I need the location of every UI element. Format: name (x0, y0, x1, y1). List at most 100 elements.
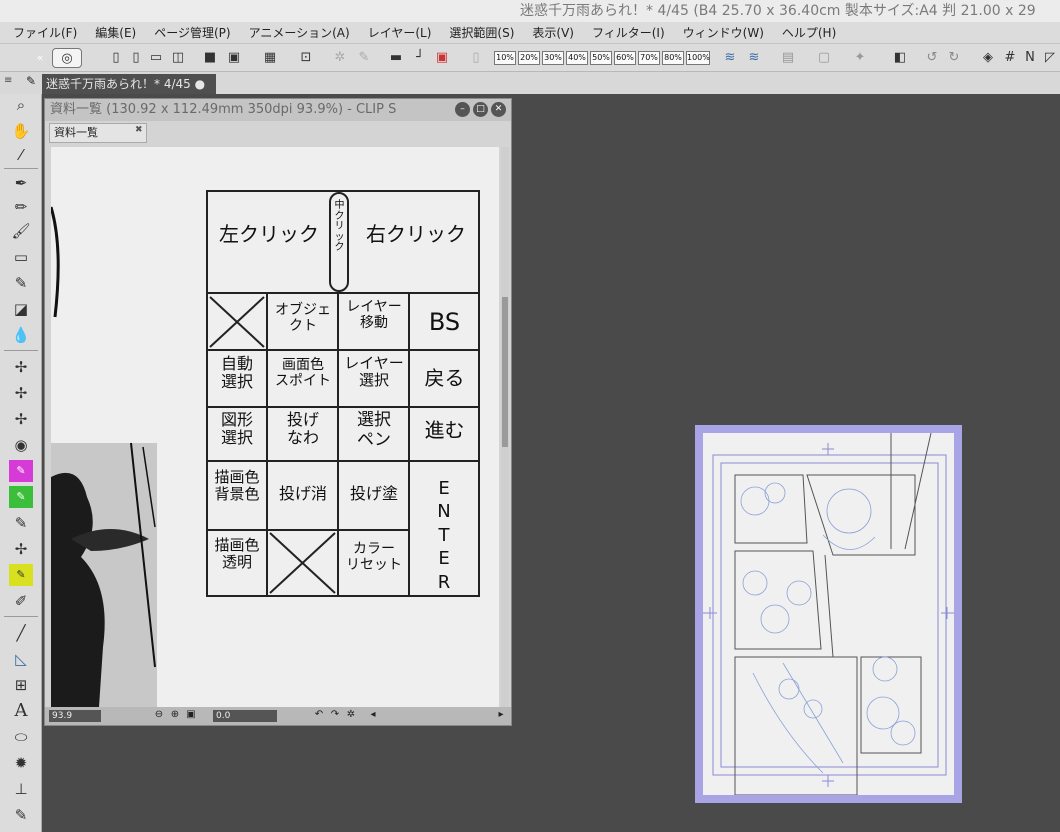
zoom-preset-70[interactable]: 70% (638, 51, 660, 65)
zoom-preset-80[interactable]: 80% (662, 51, 684, 65)
line-tool-icon[interactable]: ╱ (9, 622, 33, 644)
book-icon[interactable]: ◫ (168, 48, 188, 68)
scroll-left-icon[interactable]: ◂ (367, 709, 379, 721)
zoom-value[interactable]: 93.9 (49, 710, 101, 722)
menu-file[interactable]: ファイル(F) (0, 22, 86, 43)
sheet-cell-draw-transparent: 描画色 透明 (214, 536, 260, 572)
text-tool-icon[interactable]: A (9, 700, 33, 722)
page-icon[interactable]: ▯ (466, 48, 486, 68)
clip-studio-icon[interactable]: ◎ (52, 48, 82, 68)
brush-tool-icon[interactable]: 🖌 (9, 220, 33, 242)
drops-tool-icon[interactable]: 💧 (9, 324, 33, 346)
grayscale-icon[interactable]: ◧ (890, 48, 910, 68)
sparkle-icon[interactable]: ✲ (330, 48, 350, 68)
camera-icon[interactable]: ▣ (432, 48, 452, 68)
reset-rotation-icon[interactable]: ✲ (345, 709, 357, 721)
redo-icon[interactable]: ↻ (944, 48, 964, 68)
zoom-preset-100[interactable]: 100% (686, 51, 710, 65)
reference-canvas[interactable]: 左クリック 中クリック 右クリック オブジェ クト レイヤー 移動 BS 自動 … (51, 147, 499, 707)
custom-yellow-tool-icon[interactable]: ✎ (9, 564, 33, 586)
tab-close-icon[interactable]: ✖ (135, 125, 143, 135)
shape-icon[interactable]: ◸ (1040, 48, 1060, 68)
close-icon[interactable]: ✕ (491, 102, 506, 117)
custom-green-tool-icon[interactable]: ✎ (9, 486, 33, 508)
navigator-preview[interactable] (695, 425, 962, 803)
menu-edit[interactable]: 編集(E) (86, 22, 145, 43)
undo-icon[interactable]: ↺ (922, 48, 942, 68)
eye-tool-icon[interactable]: ◉ (9, 434, 33, 456)
menu-window[interactable]: ウィンドウ(W) (674, 22, 773, 43)
zoom-in-icon[interactable]: ⊕ (169, 709, 181, 721)
sheet-cell-lasso-fill: 投げ塗 (349, 484, 398, 503)
minimize-icon[interactable]: – (455, 102, 470, 117)
film-icon[interactable]: ▦ (260, 48, 280, 68)
image-icon[interactable]: ▤ (778, 48, 798, 68)
pencil-tool-icon[interactable]: ✏ (9, 196, 33, 218)
menu-help[interactable]: ヘルプ(H) (773, 22, 845, 43)
eyedropper-tool-icon[interactable]: ⁄ (9, 144, 33, 166)
panel-tab[interactable]: 資料一覧 (49, 123, 147, 143)
rotation-value[interactable]: 0.0 (213, 710, 277, 722)
menu-page[interactable]: ページ管理(P) (145, 22, 239, 43)
document-tab[interactable]: 迷惑千万雨あられ！* 4/45 ● (42, 74, 216, 94)
menu-grip-icon[interactable]: ≡ (4, 75, 12, 86)
pen-tool-icon[interactable]: ✒ (9, 172, 33, 194)
object-tool-icon[interactable]: ✎ (9, 804, 33, 826)
sheet-cell-enter: ENTER (437, 478, 451, 593)
layers-alt-icon[interactable]: ≋ (744, 48, 764, 68)
burst-tool-icon[interactable]: ✹ (9, 752, 33, 774)
ink-pen-tool-icon[interactable]: ✐ (9, 590, 33, 612)
layer-stack-icon[interactable]: ◈ (978, 48, 998, 68)
ruler-icon[interactable]: ▬ (386, 48, 406, 68)
menu-view[interactable]: 表示(V) (523, 22, 583, 43)
menu-selection[interactable]: 選択範囲(S) (440, 22, 523, 43)
panel-scrollbar[interactable] (501, 147, 509, 707)
zoom-out-icon[interactable]: ⊖ (153, 709, 165, 721)
zoom-preset-20[interactable]: 20% (518, 51, 540, 65)
frame-icon[interactable]: ▢ (814, 48, 834, 68)
brush-icon[interactable]: ✎ (354, 48, 374, 68)
rotate-right-icon[interactable]: ↷ (329, 709, 341, 721)
save-icon[interactable]: ■ (200, 48, 220, 68)
grid-icon[interactable]: # (1000, 48, 1020, 68)
custom-purple-tool-icon[interactable]: ✎ (9, 460, 33, 482)
zoom-preset-40[interactable]: 40% (566, 51, 588, 65)
eraser-tool-icon[interactable]: ▭ (9, 246, 33, 268)
layers-icon[interactable]: ≋ (720, 48, 740, 68)
menu-animation[interactable]: アニメーション(A) (240, 22, 359, 43)
sparkle-tool-4-icon[interactable]: ✢ (9, 538, 33, 560)
collapse-arrows-icon[interactable]: « (30, 48, 50, 68)
sparkle-tool-2-icon[interactable]: ✢ (9, 382, 33, 404)
correction-tool-icon[interactable]: ⊥ (9, 778, 33, 800)
zoom-preset-30[interactable]: 30% (542, 51, 564, 65)
corner-icon[interactable]: ┘ (410, 48, 430, 68)
blend-tool-icon[interactable]: ✎ (9, 272, 33, 294)
sheet-cell-shape-select: 図形 選択 (220, 410, 253, 448)
frame-tool-icon[interactable]: ⊞ (9, 674, 33, 696)
ruler-tool-icon[interactable]: ◺ (9, 648, 33, 670)
magic-wand-icon[interactable]: ✦ (850, 48, 870, 68)
rotate-left-icon[interactable]: ↶ (313, 709, 325, 721)
export-icon[interactable]: ▣ (224, 48, 244, 68)
curve-ruler-icon[interactable]: N (1020, 48, 1040, 68)
scatter-brush-tool-icon[interactable]: ✎ (9, 512, 33, 534)
zoom-preset-50[interactable]: 50% (590, 51, 612, 65)
zoom-tool-icon[interactable]: ⌕ (9, 94, 33, 116)
new-file-icon[interactable]: ▯ (106, 48, 126, 68)
fill-tool-icon[interactable]: ◪ (9, 298, 33, 320)
fit-icon[interactable]: ▣ (185, 709, 197, 721)
balloon-tool-icon[interactable]: ⬭ (9, 726, 33, 748)
hand-tool-icon[interactable]: ✋ (9, 120, 33, 142)
zoom-preset-10[interactable]: 10% (494, 51, 516, 65)
sparkle-tool-3-icon[interactable]: ✢ (9, 408, 33, 430)
zoom-preset-60[interactable]: 60% (614, 51, 636, 65)
menu-layer[interactable]: レイヤー(L) (359, 22, 441, 43)
fit-frame-icon[interactable]: ⊡ (296, 48, 316, 68)
sparkle-tool-icon[interactable]: ✢ (9, 356, 33, 378)
scroll-right-icon[interactable]: ▸ (495, 709, 507, 721)
maximize-icon[interactable]: □ (473, 102, 488, 117)
new-page-icon[interactable]: ▯ (126, 48, 146, 68)
open-folder-icon[interactable]: ▭ (146, 48, 166, 68)
menu-filter[interactable]: フィルター(I) (583, 22, 674, 43)
scrollbar-thumb[interactable] (502, 297, 508, 447)
